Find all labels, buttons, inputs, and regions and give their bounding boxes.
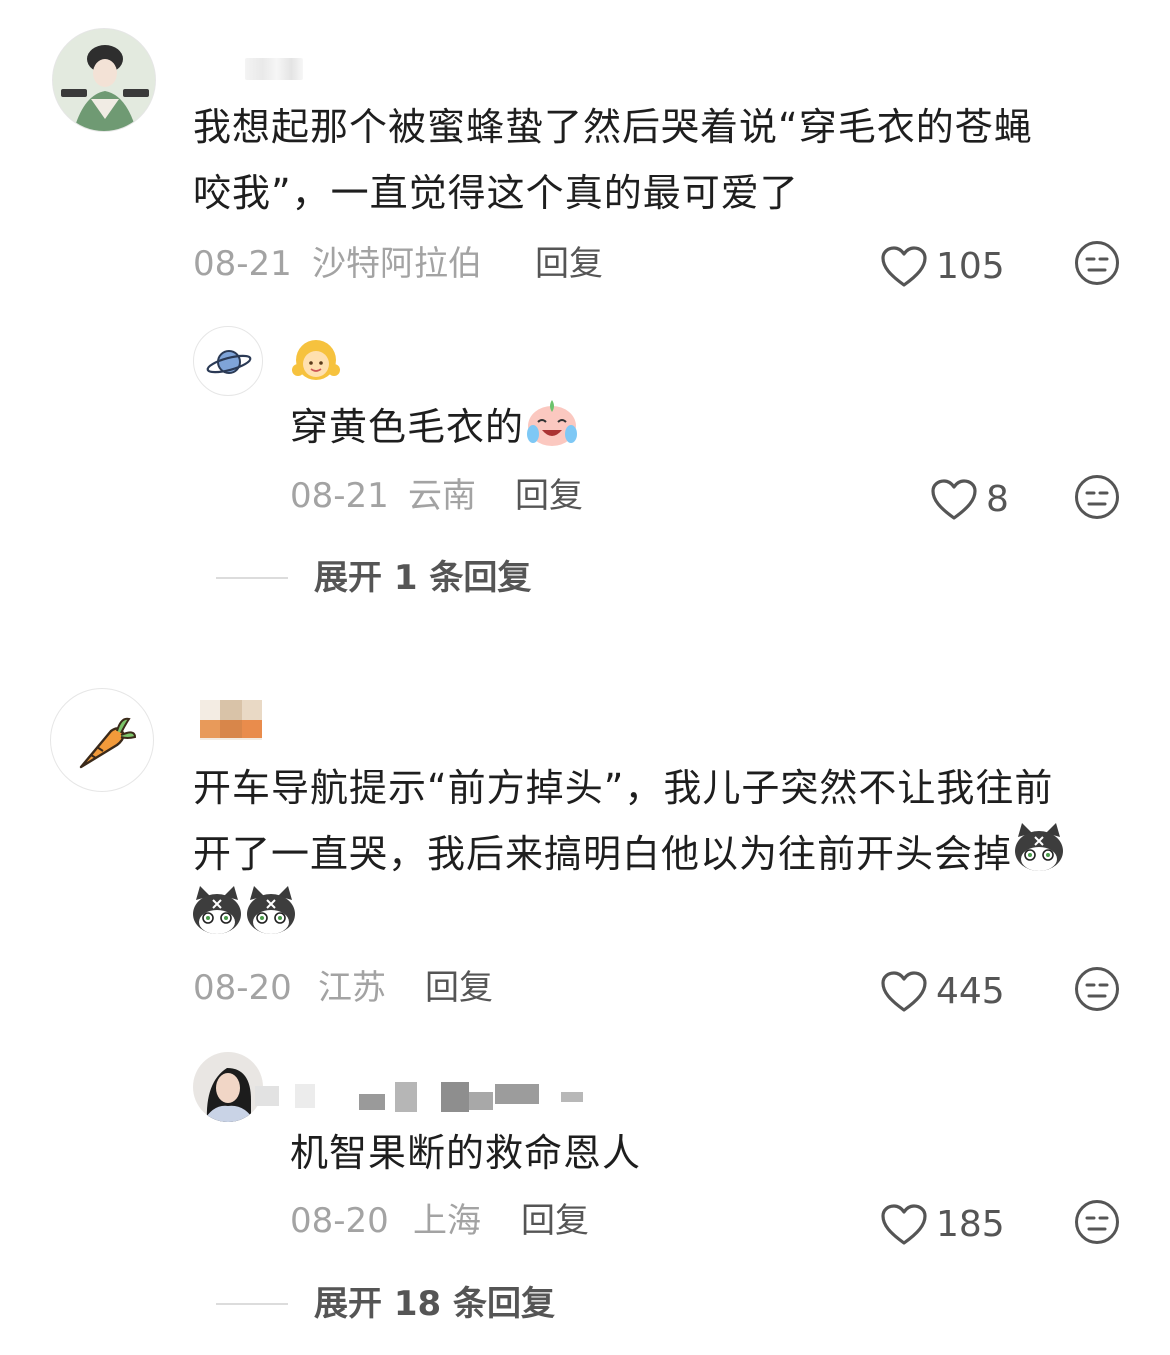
reply-text-content: 穿黄色毛衣的 <box>290 405 525 449</box>
like-count: 105 <box>936 246 1005 287</box>
avatar[interactable] <box>193 326 263 396</box>
cat-emoji-icon <box>193 886 241 934</box>
reply-date: 08-20 <box>290 1201 389 1241</box>
comment-text-line-2-content: 开了一直哭，我后来搞明白他以为往前开头会掉 <box>193 832 1013 876</box>
username[interactable] <box>200 700 262 740</box>
comment-date: 08-20 <box>193 968 292 1008</box>
cat-emoji-icon <box>1015 823 1064 871</box>
like-count: 445 <box>936 971 1005 1012</box>
expand-divider <box>216 1303 288 1305</box>
like-count: 8 <box>986 479 1009 520</box>
expand-replies-button[interactable]: 展开 18 条回复 <box>216 1284 555 1324</box>
reply-text: 机智果断的救命恩人 <box>290 1131 642 1175</box>
reply-text: 穿黄色毛衣的 <box>290 394 580 460</box>
comment-location: 江苏 <box>318 968 386 1008</box>
expand-replies-label: 展开 1 条回复 <box>314 558 532 598</box>
expand-replies-button[interactable]: 展开 1 条回复 <box>216 558 531 598</box>
like-button[interactable]: 8 <box>930 478 1009 522</box>
heart-outline-icon <box>881 1204 927 1245</box>
girl-emoji-icon <box>292 340 340 380</box>
reply-location: 上海 <box>413 1201 481 1241</box>
like-count: 185 <box>936 1204 1005 1245</box>
reply-location: 云南 <box>408 476 476 516</box>
like-button[interactable]: 445 <box>880 970 1005 1014</box>
comment-text-line-2: 咬我”，一直觉得这个真的最可爱了 <box>193 171 799 215</box>
comment-location: 沙特阿拉伯 <box>312 244 482 284</box>
like-button[interactable]: 105 <box>880 245 1005 289</box>
crying-laughing-peach-emoji-icon <box>527 400 578 446</box>
avatar[interactable] <box>193 1052 263 1122</box>
comment-text-line-1: 开车导航提示“前方掉头”，我儿子突然不让我往前 <box>193 766 1054 810</box>
meh-face-icon[interactable] <box>1074 966 1120 1012</box>
comment-text-line-1: 我想起那个被蜜蜂蛰了然后哭着说“穿毛衣的苍蝇 <box>193 105 1033 149</box>
expand-divider <box>216 577 288 579</box>
reply-date: 08-21 <box>290 476 389 516</box>
reply-button[interactable]: 回复 <box>521 1201 589 1241</box>
username[interactable] <box>245 58 303 80</box>
meh-face-icon[interactable] <box>1074 474 1120 520</box>
comment-text-line-2: 开了一直哭，我后来搞明白他以为往前开头会掉 <box>193 821 1066 887</box>
carrot-avatar-icon <box>79 717 137 769</box>
expand-replies-label: 展开 18 条回复 <box>314 1284 555 1324</box>
woman-photo-avatar-icon <box>193 1052 263 1122</box>
comment-text-line-3 <box>190 884 298 950</box>
cat-emoji-icon <box>247 886 295 934</box>
woman-illustration-avatar-icon <box>53 29 155 131</box>
heart-outline-icon <box>931 479 977 520</box>
avatar[interactable] <box>50 688 154 792</box>
reply-button[interactable]: 回复 <box>425 968 493 1008</box>
like-button[interactable]: 185 <box>880 1203 1005 1247</box>
reply-button[interactable]: 回复 <box>515 476 583 516</box>
heart-outline-icon <box>881 246 927 287</box>
username[interactable] <box>255 1080 595 1116</box>
reply-button[interactable]: 回复 <box>535 244 603 284</box>
comment-date: 08-21 <box>193 244 292 284</box>
meh-face-icon[interactable] <box>1074 1199 1120 1245</box>
heart-outline-icon <box>881 971 927 1012</box>
avatar[interactable] <box>52 28 156 132</box>
saturn-planet-avatar-icon <box>206 350 252 374</box>
meh-face-icon[interactable] <box>1074 240 1120 286</box>
